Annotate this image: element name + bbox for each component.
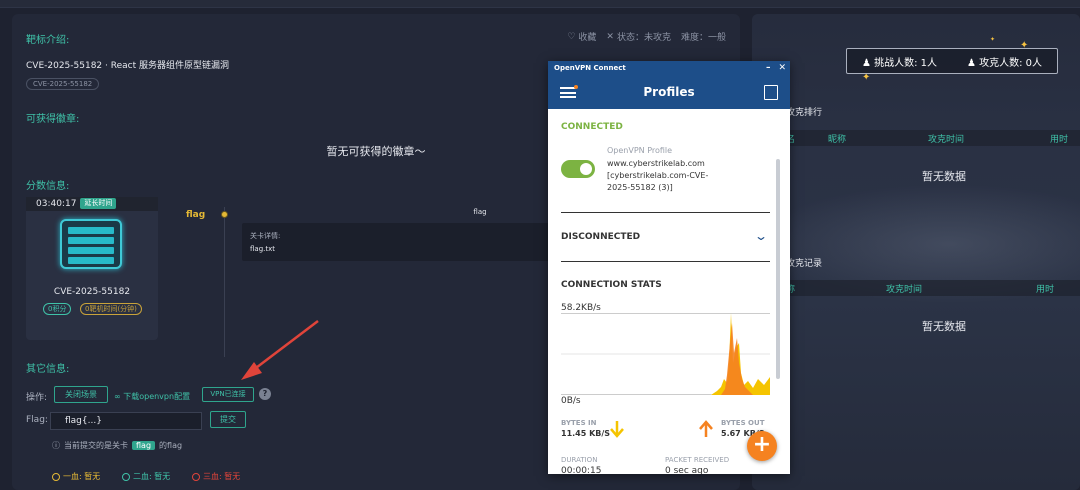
server-icon — [60, 219, 122, 269]
swords-icon: ✕ — [606, 31, 614, 42]
speed-min: 0B/s — [561, 396, 581, 406]
header-title: Profiles — [643, 85, 695, 99]
openvpn-window: OpenVPN Connect – ✕ Profiles CONNECTED O… — [548, 61, 790, 474]
target-title: CVE-2025-55182 · React 服务器组件原型链漏洞 — [26, 61, 229, 71]
scrollbar[interactable] — [776, 159, 780, 379]
link-icon: ∞ — [114, 392, 124, 401]
other-info-label: 其它信息: — [26, 364, 70, 375]
close-icon[interactable]: ✕ — [778, 61, 786, 76]
hint-flag-badge: flag — [132, 441, 156, 450]
disconnected-label: DISCONNECTED — [561, 232, 641, 242]
profile-detail: 2025-55182 (3)] — [607, 183, 673, 192]
add-profile-button[interactable]: + — [747, 431, 777, 461]
flag-input[interactable] — [50, 412, 202, 430]
status-label: ✕ 状态：未攻克 — [606, 31, 671, 44]
difficulty-label: 难度：一般 — [680, 33, 726, 43]
openvpn-titlebar: OpenVPN Connect – ✕ — [548, 61, 790, 76]
profile-host: www.cyberstrikelab.com — [607, 159, 705, 168]
timeline-line — [224, 207, 225, 357]
operation-label: 操作: — [26, 393, 48, 403]
ranking-header: 名 昵称 攻克时间 用时 — [752, 130, 1080, 146]
submit-button[interactable]: 提交 — [210, 411, 246, 428]
import-profile-icon[interactable] — [764, 85, 778, 100]
first-blood-icon — [52, 472, 60, 481]
third-blood: 三血: 暂无 — [192, 471, 240, 482]
arrow-down-icon — [610, 421, 624, 438]
stage-detail-label: 关卡详情: — [250, 232, 281, 240]
connection-toggle[interactable] — [561, 160, 595, 178]
stage-detail-file: flag.txt — [250, 245, 275, 253]
score-label: 分数信息: — [26, 181, 70, 192]
duration-value: 00:00:15 — [561, 466, 602, 474]
flag-stage-title: flag — [186, 210, 206, 220]
bytes-out-label: BYTES OUT — [721, 419, 765, 427]
ranking-panel: ✦ ✦ ✦ ♟ 挑战人数: 1人 ♟ 攻克人数: 0人 攻克排行 名 昵称 攻克… — [752, 14, 1080, 490]
separator — [561, 212, 770, 213]
top-strip — [0, 0, 1080, 8]
second-blood: 二血: 暂无 — [122, 471, 170, 482]
help-icon[interactable]: ? — [259, 388, 271, 400]
card-name: CVE-2025-55182 — [53, 287, 131, 297]
extend-time-button[interactable]: 延长时间 — [80, 198, 117, 209]
vpn-connected-button[interactable]: VPN已连接 — [202, 387, 254, 402]
records-header: 称 攻克时间 用时 — [752, 280, 1080, 296]
packet-value: 0 sec ago — [665, 466, 709, 474]
bytes-in-value: 11.45 KB/S — [561, 429, 611, 438]
openvpn-body: CONNECTED OpenVPN Profile www.cyberstrik… — [548, 109, 782, 474]
countdown-timer: 03:40:17 延长时间 — [26, 197, 158, 211]
solvers-count: ♟ 攻克人数: 0人 — [966, 57, 1043, 69]
stage-dot-icon — [221, 211, 228, 218]
minimize-icon[interactable]: – — [766, 61, 771, 76]
favorite-button[interactable]: ♡ 收藏 — [567, 30, 596, 44]
sparkle-icon: ✦ — [990, 36, 996, 43]
traffic-graph — [561, 313, 770, 395]
time-pill: 0靶机时间(分钟) — [80, 303, 142, 315]
stats-label: CONNECTION STATS — [561, 280, 662, 290]
openvpn-header: Profiles — [548, 76, 790, 109]
records-empty: 暂无数据 — [922, 320, 966, 333]
participant-counts: ♟ 挑战人数: 1人 ♟ 攻克人数: 0人 — [846, 48, 1058, 74]
challengers-count: ♟ 挑战人数: 1人 — [861, 57, 938, 69]
chevron-down-icon[interactable]: ⌄ — [754, 229, 768, 243]
badges-label: 可获得徽章: — [26, 114, 80, 125]
cve-tag: CVE-2025-55182 — [26, 78, 100, 90]
second-blood-icon — [122, 472, 130, 481]
ranking-empty: 暂无数据 — [922, 170, 966, 183]
ranking-title: 攻克排行 — [786, 108, 823, 118]
packet-label: PACKET RECEIVED — [665, 456, 730, 464]
arrow-up-icon — [699, 420, 713, 437]
heart-icon: ♡ — [567, 31, 576, 42]
records-title: 攻克记录 — [786, 259, 823, 269]
connected-label: CONNECTED — [561, 122, 623, 132]
flag-field-label: Flag: — [26, 415, 48, 425]
submit-hint: ⓘ 当前提交的是关卡 flag 的flag — [52, 441, 183, 450]
info-icon: ⓘ — [52, 441, 60, 450]
first-blood: 一血: 暂无 — [52, 471, 100, 482]
target-card: 03:40:17 延长时间 CVE-2025-55182 0积分 0靶机时间(分钟… — [26, 197, 158, 340]
target-actions: ♡ 收藏 ✕ 状态：未攻克 难度：一般 — [567, 30, 726, 44]
profile-detail: [cyberstrikelab.com-CVE- — [607, 171, 709, 180]
bytes-in-label: BYTES IN — [561, 419, 597, 427]
score-pill: 0积分 — [43, 303, 72, 315]
close-scene-button[interactable]: 关闭场景 — [54, 386, 108, 403]
speed-max: 58.2KB/s — [561, 303, 601, 313]
user-icon: ♟ — [966, 57, 980, 69]
third-blood-icon — [192, 472, 200, 481]
target-intro-label: 靶标介绍: — [26, 35, 70, 46]
download-vpn-link[interactable]: ∞ 下载openvpn配置 — [114, 391, 190, 402]
duration-label: DURATION — [561, 456, 598, 464]
separator — [561, 261, 770, 262]
profile-name: OpenVPN Profile — [607, 146, 673, 155]
user-icon: ♟ — [861, 57, 875, 69]
